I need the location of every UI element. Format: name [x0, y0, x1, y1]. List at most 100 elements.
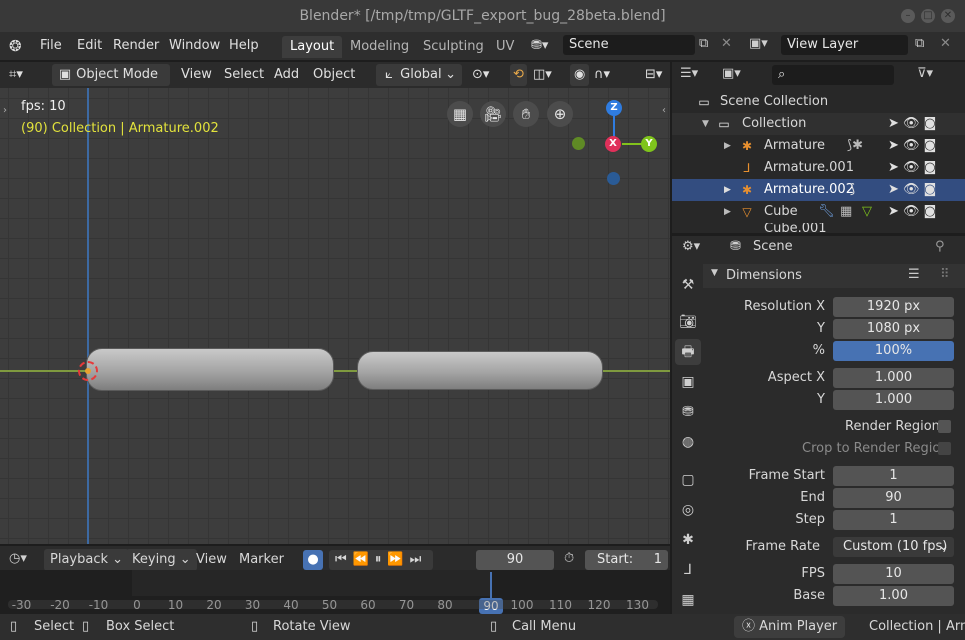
drag-handle-icon[interactable]: ⠿: [940, 267, 950, 282]
aspect-x-field[interactable]: 1.000: [833, 368, 954, 388]
expand-chevron-icon[interactable]: ▼: [702, 113, 709, 135]
fps-base-field[interactable]: 1.00: [833, 586, 954, 606]
collection-toggles[interactable]: ➤ 👁︎ ◙: [888, 113, 936, 135]
filter-icon[interactable]: ⊽▾: [917, 66, 933, 81]
tab-world-icon[interactable]: ◍: [675, 429, 701, 455]
camera-view-icon[interactable]: 🎥︎: [480, 101, 506, 127]
render-region-checkbox[interactable]: [938, 420, 951, 433]
expand-chevron-icon[interactable]: ▶: [724, 135, 731, 157]
delete-view-layer-icon[interactable]: ✕: [940, 36, 951, 51]
tab-modeling[interactable]: Modeling: [342, 36, 417, 58]
delete-scene-icon[interactable]: ✕: [721, 36, 732, 51]
tab-object-icon[interactable]: ▢: [675, 467, 701, 493]
pin-icon[interactable]: ⚲: [935, 239, 945, 254]
tab-texture-icon[interactable]: ▦: [675, 587, 701, 613]
gizmo-neg-z[interactable]: [607, 172, 620, 185]
expand-chevron-icon[interactable]: ▶: [724, 179, 731, 201]
select-toggle-icon[interactable]: ➤ 👁︎ ◙: [888, 157, 936, 179]
cancel-job-icon[interactable]: ⓧ: [742, 619, 755, 634]
sidebar-expand-icon[interactable]: ‹: [662, 105, 666, 116]
anim-player-job[interactable]: ⓧ Anim Player: [734, 616, 846, 638]
falloff-icon[interactable]: ∩▾: [594, 64, 610, 86]
collapse-chevron-icon[interactable]: ▼: [711, 268, 718, 278]
keying-dropdown[interactable]: Keying ⌄: [126, 549, 197, 571]
view-layer-icon[interactable]: ▣▾: [749, 36, 768, 51]
viewport-menu-object[interactable]: Object: [313, 64, 355, 86]
expand-chevron-icon[interactable]: ▶: [724, 201, 731, 223]
jump-end-icon[interactable]: ⏭: [410, 552, 428, 567]
object-mode-dropdown[interactable]: ▣ Object Mode ⌄: [52, 64, 170, 104]
orientation-dropdown[interactable]: ⟀ Global ⌄: [376, 64, 462, 86]
menu-window[interactable]: Window: [169, 32, 220, 60]
minimize-icon[interactable]: –: [901, 9, 915, 23]
editor-type-icon[interactable]: ⌗▾: [9, 64, 23, 86]
prev-keyframe-icon[interactable]: ⏪: [353, 552, 375, 567]
armature-bone-2[interactable]: [357, 351, 603, 390]
presets-icon[interactable]: ☰: [908, 267, 920, 282]
viewport-menu-view[interactable]: View: [181, 64, 212, 86]
select-toggle-icon[interactable]: ➤ 👁︎ ◙: [888, 201, 936, 223]
tab-output-icon[interactable]: 🖶︎: [675, 339, 701, 365]
frame-start-field[interactable]: 1: [833, 466, 954, 486]
tab-tool-icon[interactable]: ⚒: [675, 272, 701, 298]
aspect-y-field[interactable]: 1.000: [833, 390, 954, 410]
menu-render[interactable]: Render: [113, 32, 159, 60]
menu-file[interactable]: File: [40, 32, 62, 60]
tab-scene-icon[interactable]: ⛃: [675, 399, 701, 425]
next-keyframe-icon[interactable]: ⏩: [387, 552, 409, 567]
resolution-y-field[interactable]: 1080 px: [833, 319, 954, 339]
current-frame-field[interactable]: 90: [476, 550, 554, 570]
outliner-row[interactable]: Cube.001: [672, 223, 965, 233]
menu-edit[interactable]: Edit: [77, 32, 102, 60]
gizmo-y-axis[interactable]: Y: [641, 136, 657, 152]
proportional-edit-icon[interactable]: ◉: [570, 64, 590, 86]
fps-field[interactable]: 10: [833, 564, 954, 584]
tab-bone-icon[interactable]: ⅃: [675, 557, 701, 583]
view-layer-field[interactable]: View Layer: [781, 35, 908, 55]
outliner-row[interactable]: ▭ Scene Collection: [672, 91, 965, 113]
tab-render-icon[interactable]: 📷︎: [675, 309, 701, 335]
viewport-menu-add[interactable]: Add: [274, 64, 299, 86]
viewport-menu-select[interactable]: Select: [224, 64, 264, 86]
start-frame-field[interactable]: Start: 1: [585, 550, 668, 570]
maximize-icon[interactable]: □: [921, 9, 935, 23]
auto-keying-icon[interactable]: ●: [303, 550, 323, 570]
tab-view-layer-icon[interactable]: ▣: [675, 369, 701, 395]
gizmo-neg-y[interactable]: [572, 137, 585, 150]
armature-bone-1[interactable]: [86, 348, 334, 391]
resolution-percent-slider[interactable]: 100%: [833, 341, 954, 361]
display-mode-icon[interactable]: ▣▾: [722, 66, 741, 81]
select-toggle-icon[interactable]: ➤ 👁︎ ◙: [888, 179, 936, 201]
toolbar-expand-icon[interactable]: ›: [3, 105, 7, 116]
timeline-menu-marker[interactable]: Marker: [239, 552, 284, 567]
pivot-point-icon[interactable]: ⊙▾: [472, 64, 489, 86]
playback-dropdown[interactable]: Playback ⌄: [44, 549, 130, 571]
scene-selector-icon[interactable]: ⛃▾: [531, 36, 548, 56]
outliner-editor-type-icon[interactable]: ☰▾: [680, 66, 698, 81]
gizmo-z-axis[interactable]: Z: [606, 100, 622, 116]
tab-uv-editing[interactable]: UV E: [488, 36, 524, 58]
properties-editor-type-icon[interactable]: ⚙▾: [682, 239, 700, 254]
outliner-search-input[interactable]: ⌕: [772, 65, 894, 85]
blender-logo-icon[interactable]: ❂: [9, 32, 22, 60]
scene-field[interactable]: Scene: [563, 35, 695, 55]
select-toggle-icon[interactable]: ➤ 👁︎ ◙: [888, 135, 936, 157]
tab-physics-icon[interactable]: ◎: [675, 497, 701, 523]
tab-layout[interactable]: Layout: [282, 36, 343, 58]
timeline-menu-view[interactable]: View: [196, 552, 227, 567]
grid-toggle-icon[interactable]: ▦: [447, 101, 473, 127]
snap-target-icon[interactable]: ◫▾: [533, 64, 552, 86]
3d-viewport[interactable]: [0, 88, 670, 544]
pan-hand-icon[interactable]: ✋︎: [513, 101, 539, 127]
frame-end-field[interactable]: 90: [833, 488, 954, 508]
menu-help[interactable]: Help: [229, 32, 259, 60]
close-icon[interactable]: ✕: [941, 9, 955, 23]
new-scene-icon[interactable]: ⧉: [699, 36, 708, 51]
tab-sculpting[interactable]: Sculpting: [415, 36, 492, 58]
resolution-x-field[interactable]: 1920 px: [833, 297, 954, 317]
frame-step-field[interactable]: 1: [833, 510, 954, 530]
zoom-icon[interactable]: ⊕: [547, 101, 573, 127]
frame-rate-dropdown[interactable]: Custom (10 fps) ⌄: [833, 537, 954, 557]
viewport-options-icon[interactable]: ⊟▾: [645, 64, 662, 86]
playback-controls[interactable]: ⏮⏪⏸⏩⏭: [329, 550, 434, 570]
